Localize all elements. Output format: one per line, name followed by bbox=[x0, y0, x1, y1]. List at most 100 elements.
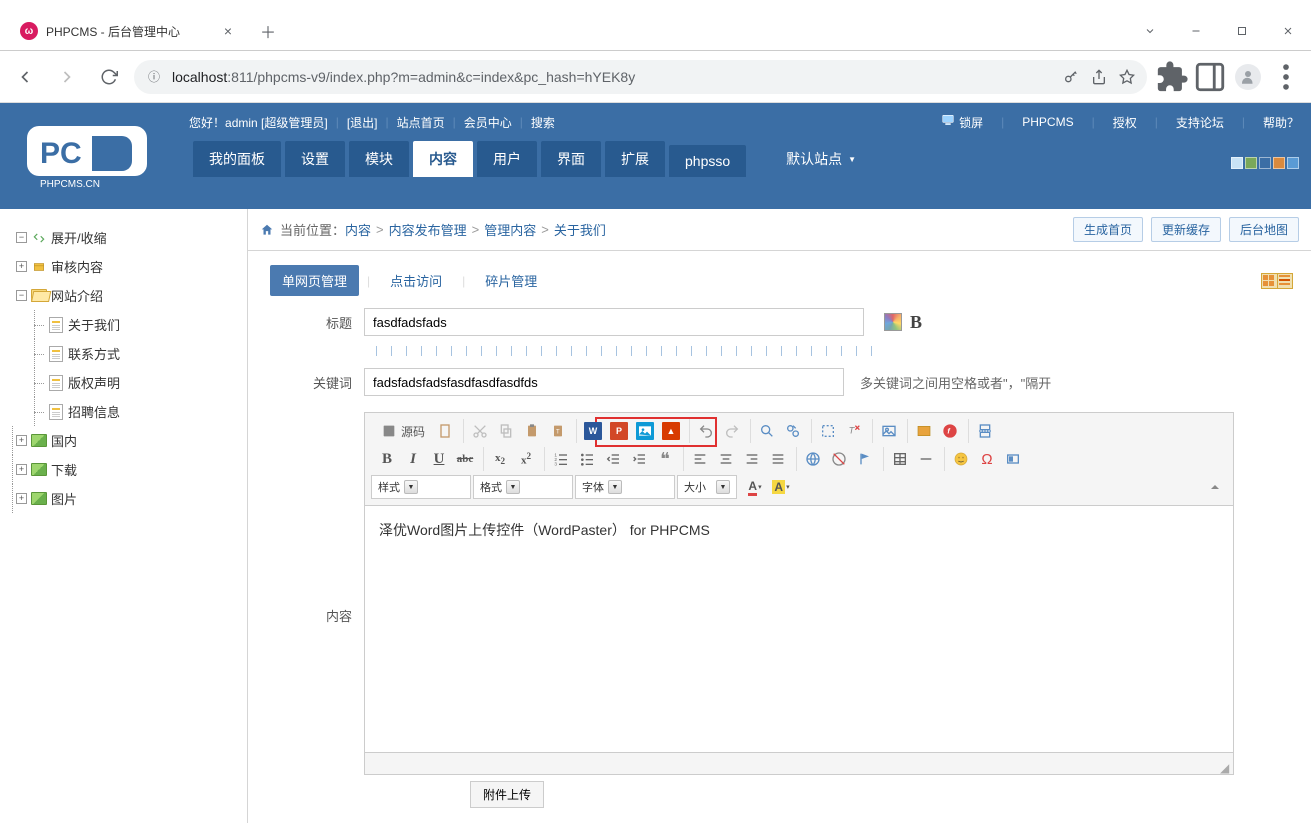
ppt-import-icon[interactable]: P bbox=[607, 419, 631, 443]
image-import-icon[interactable] bbox=[633, 419, 657, 443]
pagebreak-icon[interactable] bbox=[973, 419, 997, 443]
forum-link[interactable]: 支持论坛 bbox=[1176, 114, 1224, 131]
breadcrumb-link[interactable]: 内容 bbox=[345, 220, 371, 239]
theme-swatch[interactable] bbox=[1287, 157, 1299, 169]
theme-swatch[interactable] bbox=[1245, 157, 1257, 169]
subscript-icon[interactable]: x2 bbox=[488, 447, 512, 471]
theme-swatch[interactable] bbox=[1259, 157, 1271, 169]
address-bar[interactable]: ⓘ localhost:811/phpcms-v9/index.php?m=ad… bbox=[134, 60, 1147, 94]
resize-handle-icon[interactable]: ◢ bbox=[1220, 761, 1230, 771]
chevron-down-icon[interactable] bbox=[1127, 12, 1173, 50]
align-justify-icon[interactable] bbox=[766, 447, 790, 471]
site-select-dropdown[interactable]: 默认站点 bbox=[770, 141, 872, 177]
expand-icon[interactable]: + bbox=[16, 435, 27, 446]
hr-icon[interactable] bbox=[914, 447, 938, 471]
extensions-icon[interactable] bbox=[1155, 60, 1189, 94]
view-grid-icon[interactable] bbox=[1261, 273, 1277, 289]
search-link[interactable]: 搜索 bbox=[531, 114, 555, 131]
link-icon[interactable] bbox=[801, 447, 825, 471]
collapse-icon[interactable]: − bbox=[16, 232, 27, 243]
image-icon[interactable] bbox=[877, 419, 901, 443]
sidepanel-icon[interactable] bbox=[1193, 60, 1227, 94]
theme-swatch[interactable] bbox=[1273, 157, 1285, 169]
styles-dropdown[interactable]: 样式▼ bbox=[371, 475, 471, 499]
theme-swatch[interactable] bbox=[1231, 157, 1243, 169]
tree-expand-collapse[interactable]: − 展开/收缩 bbox=[16, 223, 247, 252]
lock-screen-link[interactable]: 锁屏 bbox=[940, 113, 983, 131]
expand-icon[interactable]: + bbox=[16, 261, 27, 272]
numbered-list-icon[interactable]: 123 bbox=[549, 447, 573, 471]
tree-images[interactable]: +图片 bbox=[16, 484, 247, 513]
star-icon[interactable] bbox=[1119, 69, 1135, 85]
tree-contact[interactable]: 联系方式 bbox=[38, 339, 247, 368]
format-dropdown[interactable]: 格式▼ bbox=[473, 475, 573, 499]
close-tab-icon[interactable]: × bbox=[220, 23, 236, 39]
share-icon[interactable] bbox=[1091, 69, 1107, 85]
view-list-icon[interactable] bbox=[1277, 273, 1293, 289]
logout-link[interactable]: [退出] bbox=[347, 114, 378, 131]
italic-icon[interactable]: I bbox=[401, 447, 425, 471]
member-center-link[interactable]: 会员中心 bbox=[464, 114, 512, 131]
thumbnail-icon[interactable] bbox=[1001, 447, 1025, 471]
subtab-fragment[interactable]: 碎片管理 bbox=[473, 265, 549, 296]
expand-icon[interactable]: + bbox=[16, 464, 27, 475]
tree-jobs[interactable]: 招聘信息 bbox=[38, 397, 247, 426]
tree-domestic[interactable]: +国内 bbox=[16, 426, 247, 455]
special-char-icon[interactable]: Ω bbox=[975, 447, 999, 471]
superscript-icon[interactable]: x2 bbox=[514, 447, 538, 471]
tree-about-us[interactable]: 关于我们 bbox=[38, 310, 247, 339]
close-window-icon[interactable] bbox=[1265, 12, 1311, 50]
nav-tab-ui[interactable]: 界面 bbox=[541, 141, 601, 177]
table-icon[interactable] bbox=[888, 447, 912, 471]
collapse-toolbar-icon[interactable] bbox=[1203, 475, 1227, 499]
copy-icon[interactable] bbox=[494, 419, 518, 443]
tree-site-intro[interactable]: − 网站介绍 bbox=[16, 281, 247, 310]
phpcms-link[interactable]: PHPCMS bbox=[1022, 115, 1073, 129]
bold-icon[interactable]: B bbox=[375, 447, 399, 471]
keyword-input[interactable] bbox=[364, 368, 844, 396]
replace-icon[interactable] bbox=[781, 419, 805, 443]
underline-icon[interactable]: U bbox=[427, 447, 451, 471]
nav-tab-panel[interactable]: 我的面板 bbox=[193, 141, 281, 177]
smiley-icon[interactable] bbox=[949, 447, 973, 471]
bg-color-icon[interactable]: A▾ bbox=[769, 475, 793, 499]
text-color-icon[interactable]: A▾ bbox=[743, 475, 767, 499]
tree-audit-content[interactable]: + 审核内容 bbox=[16, 252, 247, 281]
help-link[interactable]: 帮助？ bbox=[1263, 114, 1299, 131]
expand-icon[interactable]: + bbox=[16, 493, 27, 504]
paste-text-icon[interactable]: T bbox=[546, 419, 570, 443]
align-center-icon[interactable] bbox=[714, 447, 738, 471]
nav-tab-users[interactable]: 用户 bbox=[477, 141, 537, 177]
size-dropdown[interactable]: 大小▼ bbox=[677, 475, 737, 499]
source-button[interactable]: 源码 bbox=[375, 419, 431, 443]
generate-home-button[interactable]: 生成首页 bbox=[1073, 217, 1143, 242]
redo-icon[interactable] bbox=[720, 419, 744, 443]
flash-icon[interactable]: f bbox=[938, 419, 962, 443]
back-button[interactable] bbox=[8, 60, 42, 94]
maximize-icon[interactable] bbox=[1219, 12, 1265, 50]
tree-copyright[interactable]: 版权声明 bbox=[38, 368, 247, 397]
nav-tab-content[interactable]: 内容 bbox=[413, 141, 473, 177]
paste-icon[interactable] bbox=[520, 419, 544, 443]
menu-icon[interactable] bbox=[1269, 60, 1303, 94]
word-import-icon[interactable]: W bbox=[581, 419, 605, 443]
find-icon[interactable] bbox=[755, 419, 779, 443]
undo-icon[interactable] bbox=[694, 419, 718, 443]
profile-icon[interactable] bbox=[1231, 60, 1265, 94]
breadcrumb-link[interactable]: 关于我们 bbox=[554, 220, 606, 239]
forward-button[interactable] bbox=[50, 60, 84, 94]
blockquote-icon[interactable]: ❝ bbox=[653, 447, 677, 471]
select-all-icon[interactable] bbox=[816, 419, 840, 443]
unlink-icon[interactable] bbox=[827, 447, 851, 471]
update-cache-button[interactable]: 更新缓存 bbox=[1151, 217, 1221, 242]
outdent-icon[interactable] bbox=[601, 447, 625, 471]
nav-tab-extensions[interactable]: 扩展 bbox=[605, 141, 665, 177]
tree-downloads[interactable]: +下载 bbox=[16, 455, 247, 484]
minimize-icon[interactable] bbox=[1173, 12, 1219, 50]
nav-tab-settings[interactable]: 设置 bbox=[285, 141, 345, 177]
bold-icon[interactable]: B bbox=[910, 312, 922, 333]
pdf-import-icon[interactable]: ▲ bbox=[659, 419, 683, 443]
reload-button[interactable] bbox=[92, 60, 126, 94]
breadcrumb-link[interactable]: 内容发布管理 bbox=[389, 220, 467, 239]
info-icon[interactable]: ⓘ bbox=[146, 69, 162, 85]
